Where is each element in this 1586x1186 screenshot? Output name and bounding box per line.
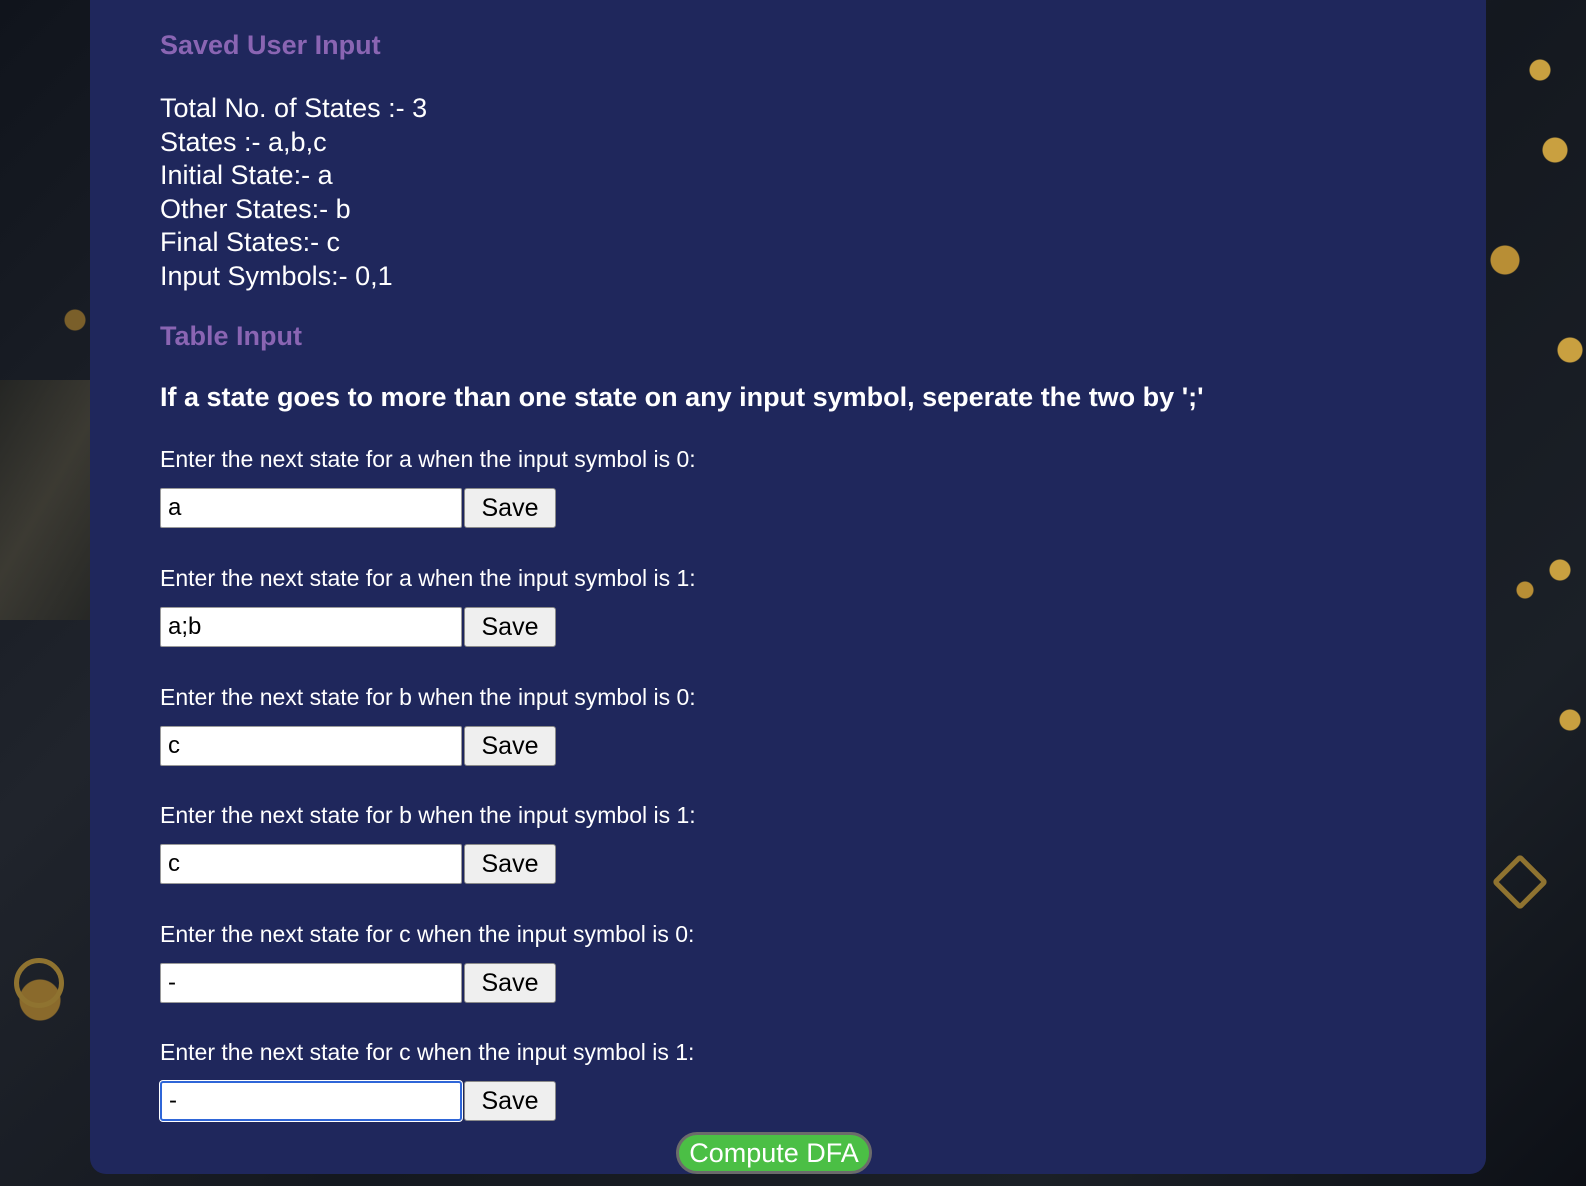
transition-controls: Save: [160, 726, 556, 766]
background-circuit-pad: [1491, 853, 1549, 911]
summary-final-states: Final States:- c: [160, 227, 341, 258]
transition-controls: Save: [160, 1081, 556, 1121]
transition-label: Enter the next state for a when the inpu…: [160, 565, 696, 591]
transition-label: Enter the next state for b when the inpu…: [160, 684, 696, 710]
save-button-a-1[interactable]: Save: [464, 607, 556, 647]
background-circuit-pad: [14, 958, 64, 1008]
save-button-c-1[interactable]: Save: [464, 1081, 556, 1121]
transition-label: Enter the next state for c when the inpu…: [160, 921, 695, 947]
summary-other-states: Other States:- b: [160, 193, 351, 224]
summary-input-symbols: Input Symbols:- 0,1: [160, 260, 393, 291]
transition-row-a-1: Enter the next state for a when the inpu…: [160, 563, 860, 647]
transition-row-b-1: Enter the next state for b when the inpu…: [160, 800, 860, 884]
summary-initial-state: Initial State:- a: [160, 160, 333, 191]
transition-controls: Save: [160, 607, 556, 647]
compute-dfa-button[interactable]: Compute DFA: [676, 1132, 872, 1174]
transition-label: Enter the next state for c when the inpu…: [160, 1039, 695, 1065]
summary-states: States :- a,b,c: [160, 126, 327, 157]
transition-controls: Save: [160, 844, 556, 884]
save-button-c-0[interactable]: Save: [464, 963, 556, 1003]
main-panel: Saved User Input Total No. of States :- …: [90, 0, 1486, 1174]
next-state-input-a-0[interactable]: [160, 488, 462, 528]
background-circuit-board: [0, 380, 90, 620]
summary-total-states: Total No. of States :- 3: [160, 93, 428, 123]
table-input-heading: Table Input: [160, 321, 302, 351]
next-state-input-b-1[interactable]: [160, 844, 462, 884]
next-state-input-c-1[interactable]: [160, 1081, 462, 1121]
transition-row-c-0: Enter the next state for c when the inpu…: [160, 919, 860, 1003]
transition-label: Enter the next state for a when the inpu…: [160, 446, 696, 472]
save-button-b-0[interactable]: Save: [464, 726, 556, 766]
transition-controls: Save: [160, 488, 556, 528]
transition-row-c-1: Enter the next state for c when the inpu…: [160, 1037, 860, 1121]
next-state-input-a-1[interactable]: [160, 607, 462, 647]
save-button-a-0[interactable]: Save: [464, 488, 556, 528]
transition-row-b-0: Enter the next state for b when the inpu…: [160, 682, 860, 766]
next-state-input-b-0[interactable]: [160, 726, 462, 766]
transition-row-a-0: Enter the next state for a when the inpu…: [160, 444, 860, 528]
transition-label: Enter the next state for b when the inpu…: [160, 802, 696, 828]
multi-state-note: If a state goes to more than one state o…: [160, 382, 1204, 412]
saved-input-heading: Saved User Input: [160, 30, 381, 60]
save-button-b-1[interactable]: Save: [464, 844, 556, 884]
next-state-input-c-0[interactable]: [160, 963, 462, 1003]
transition-controls: Save: [160, 963, 556, 1003]
saved-input-summary: Total No. of States :- 3 States :- a,b,c…: [160, 92, 427, 294]
